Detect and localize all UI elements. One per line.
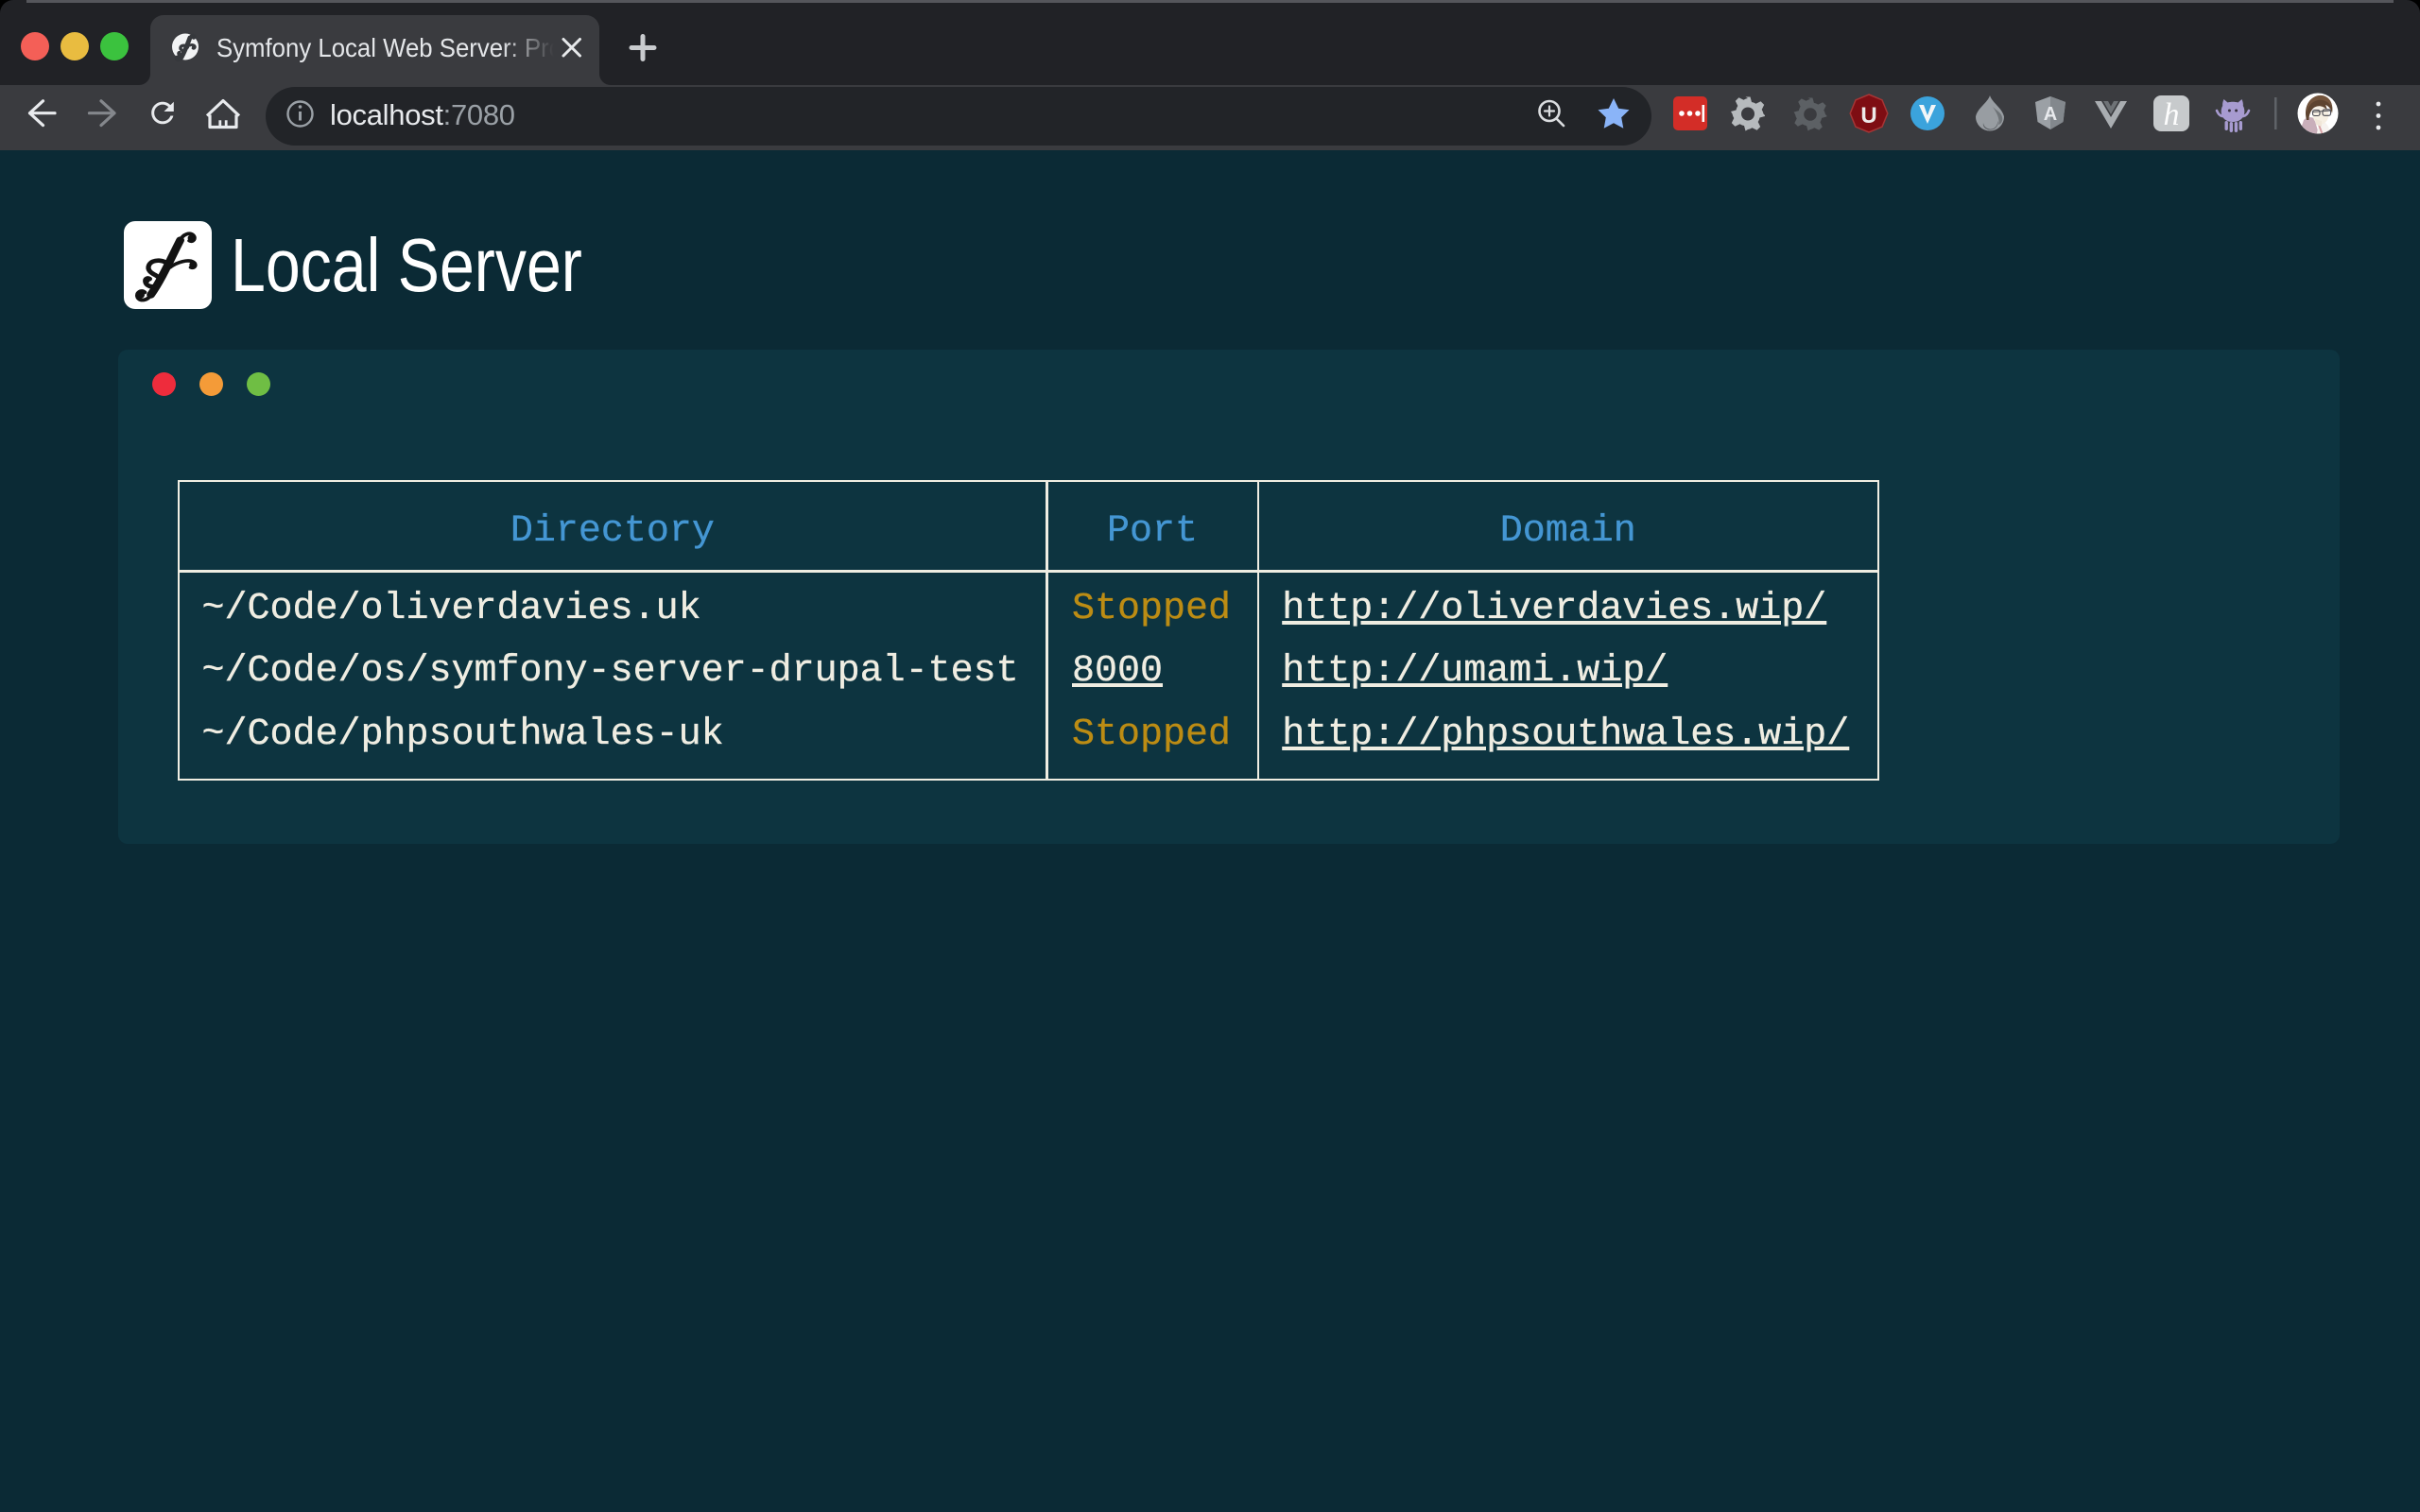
svg-text:A: A bbox=[2044, 104, 2057, 125]
svg-text:U: U bbox=[1860, 103, 1876, 129]
svg-text:h: h bbox=[2164, 97, 2180, 132]
